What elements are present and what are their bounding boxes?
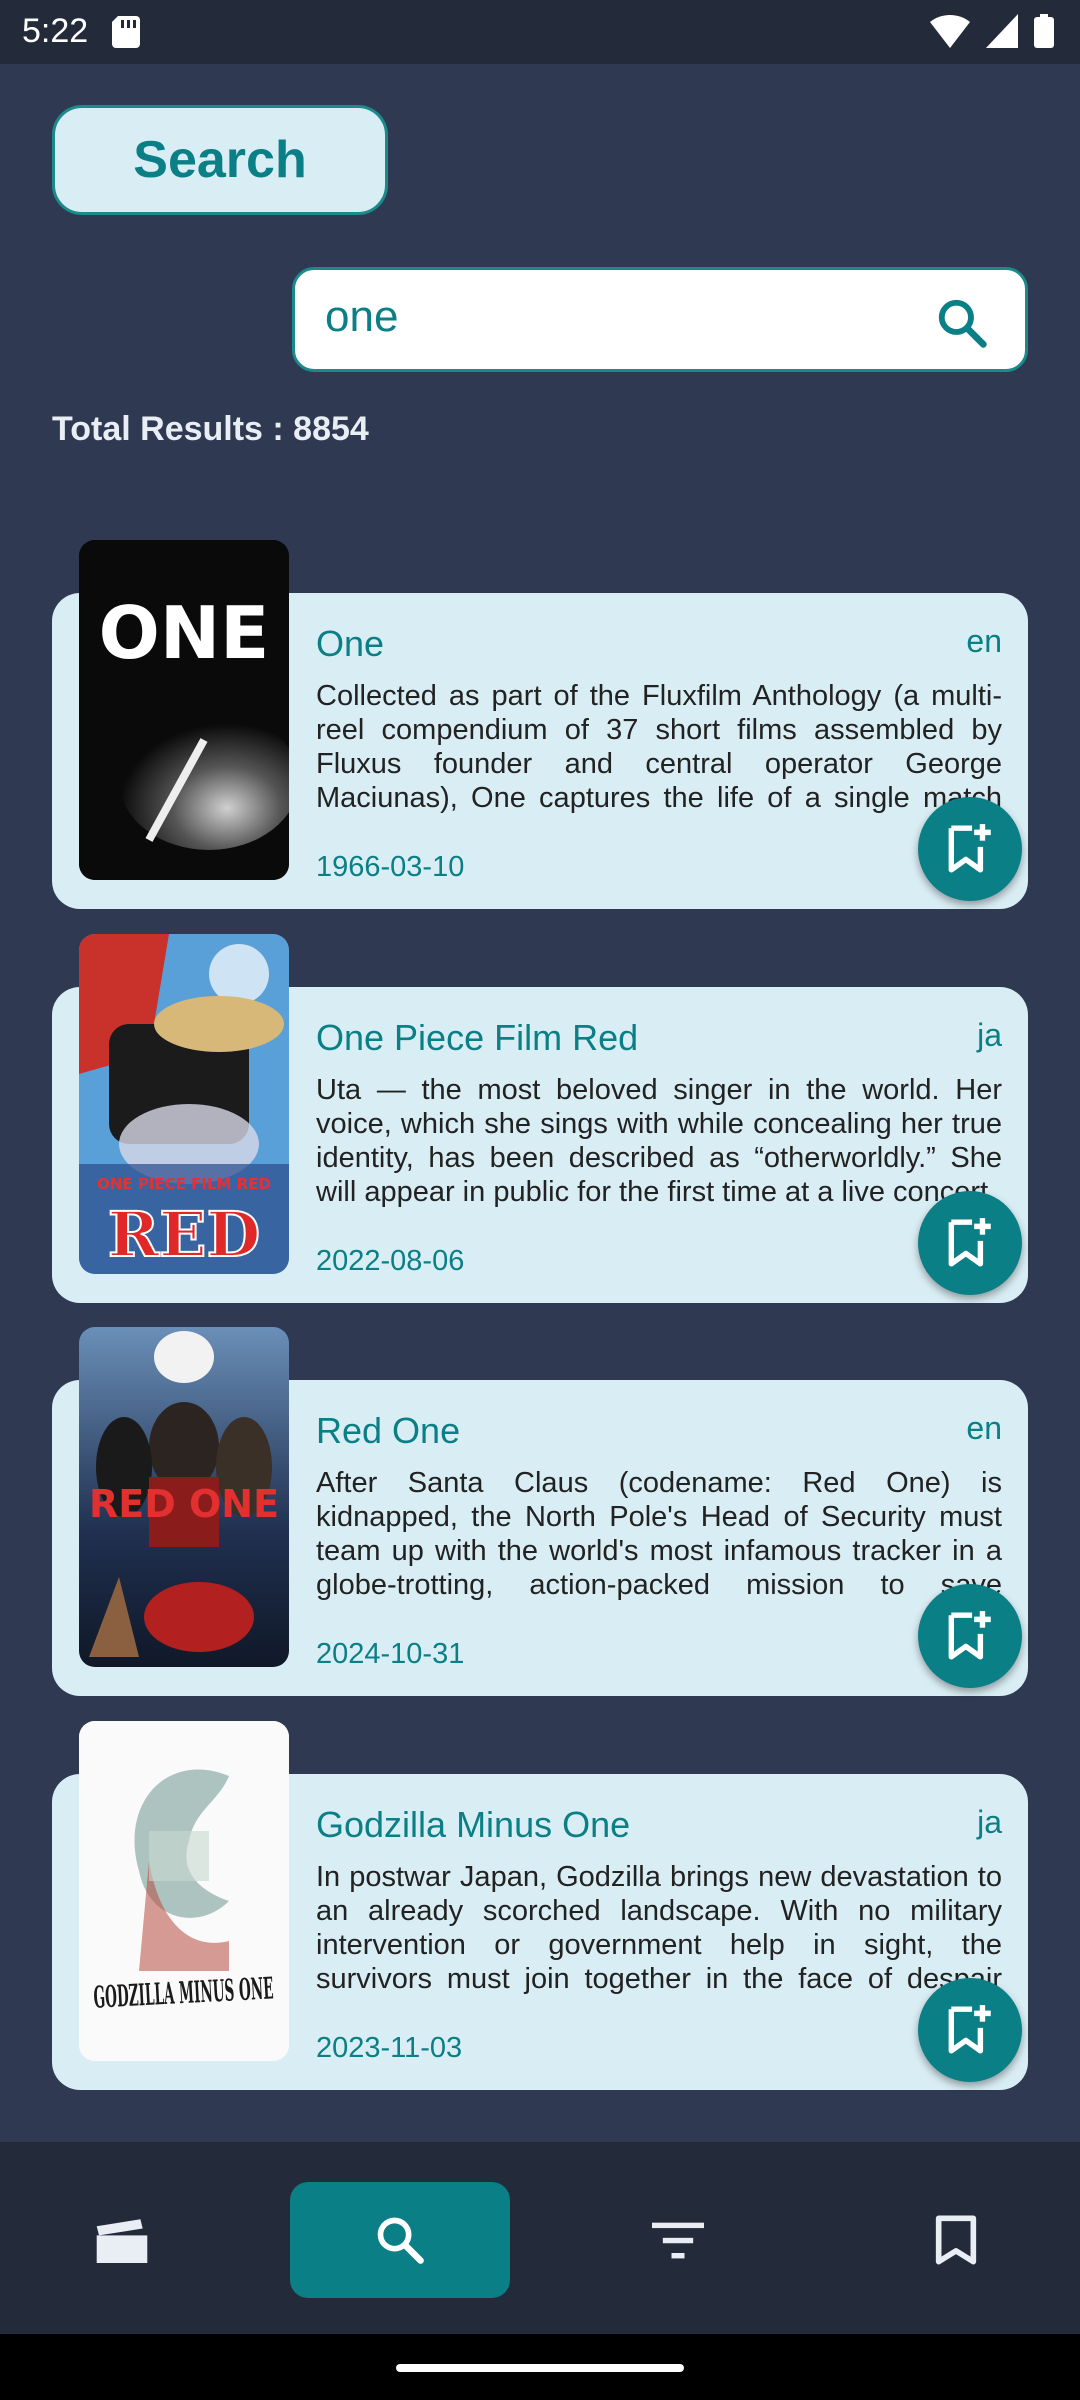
page-title: Search (52, 105, 388, 215)
add-bookmark-button[interactable] (918, 1191, 1022, 1295)
movie-poster[interactable]: RED ONE (79, 1327, 289, 1667)
search-input[interactable]: one (292, 267, 1028, 372)
bookmark-add-icon (948, 1218, 991, 1267)
bookmark-add-icon (948, 2005, 991, 2054)
movie-overview: In postwar Japan, Godzilla brings new de… (316, 1861, 1002, 1994)
status-bar: 5:22 (0, 0, 1080, 64)
bottom-navigation (0, 2142, 1080, 2334)
nav-bookmarks[interactable] (846, 2182, 1066, 2298)
poster-image-redone: RED ONE (79, 1327, 289, 1667)
movie-overview: Collected as part of the Fluxfilm Anthol… (316, 680, 1002, 813)
home-gesture-bar[interactable] (396, 2364, 684, 2372)
movie-language: ja (977, 1017, 1002, 1053)
search-input-value[interactable]: one (325, 292, 398, 342)
total-results: Total Results : 8854 (52, 410, 369, 448)
svg-text:RED: RED (108, 1198, 261, 1271)
bookmark-add-icon (948, 824, 991, 873)
poster-image-onepiece: ONE PIECE FILM RED RED (79, 934, 289, 1274)
movie-language: en (966, 623, 1002, 659)
poster-image-godzilla: GODZILLA MINUS ONE (79, 1721, 289, 2061)
movie-release-date: 1966-03-10 (316, 851, 465, 883)
poster-image-one: ONE (79, 540, 289, 880)
search-icon[interactable] (935, 296, 989, 350)
add-bookmark-button[interactable] (918, 1978, 1022, 2082)
signal-icon (986, 14, 1018, 48)
bookmark-icon (935, 2215, 977, 2265)
nav-movies[interactable] (12, 2182, 232, 2298)
nav-filter[interactable] (568, 2182, 788, 2298)
poster-title-text: ONE (99, 591, 270, 675)
movie-overview: After Santa Claus (codename: Red One) is… (316, 1467, 1002, 1600)
movie-language: en (966, 1410, 1002, 1446)
movie-title: One (316, 623, 385, 664)
poster-title-text: RED ONE (89, 1482, 279, 1526)
poster-title-text: ONE PIECE FILM RED (97, 1175, 271, 1193)
search-icon (377, 2217, 424, 2264)
bookmark-add-icon (948, 1611, 991, 1660)
movie-poster[interactable]: GODZILLA MINUS ONE (79, 1721, 289, 2061)
battery-icon (1034, 14, 1054, 48)
add-bookmark-button[interactable] (918, 1584, 1022, 1688)
movie-language: ja (977, 1804, 1002, 1840)
movie-release-date: 2024-10-31 (316, 1638, 465, 1670)
movie-poster[interactable]: ONE (79, 540, 289, 880)
movie-title: One Piece Film Red (316, 1017, 639, 1058)
gesture-area (0, 2334, 1080, 2400)
movie-release-date: 2022-08-06 (316, 1245, 465, 1277)
sd-card-icon (112, 16, 140, 48)
movie-title: Red One (316, 1410, 461, 1451)
add-bookmark-button[interactable] (918, 797, 1022, 901)
movies-icon (96, 2219, 148, 2263)
movie-title: Godzilla Minus One (316, 1804, 631, 1845)
movie-poster[interactable]: ONE PIECE FILM RED RED (79, 934, 289, 1274)
wifi-icon (930, 14, 970, 48)
movie-release-date: 2023-11-03 (316, 2032, 463, 2064)
nav-search[interactable] (290, 2182, 510, 2298)
status-time: 5:22 (22, 12, 89, 50)
movie-overview: Uta — the most beloved singer in the wor… (316, 1074, 1002, 1207)
filter-icon (652, 2222, 704, 2259)
